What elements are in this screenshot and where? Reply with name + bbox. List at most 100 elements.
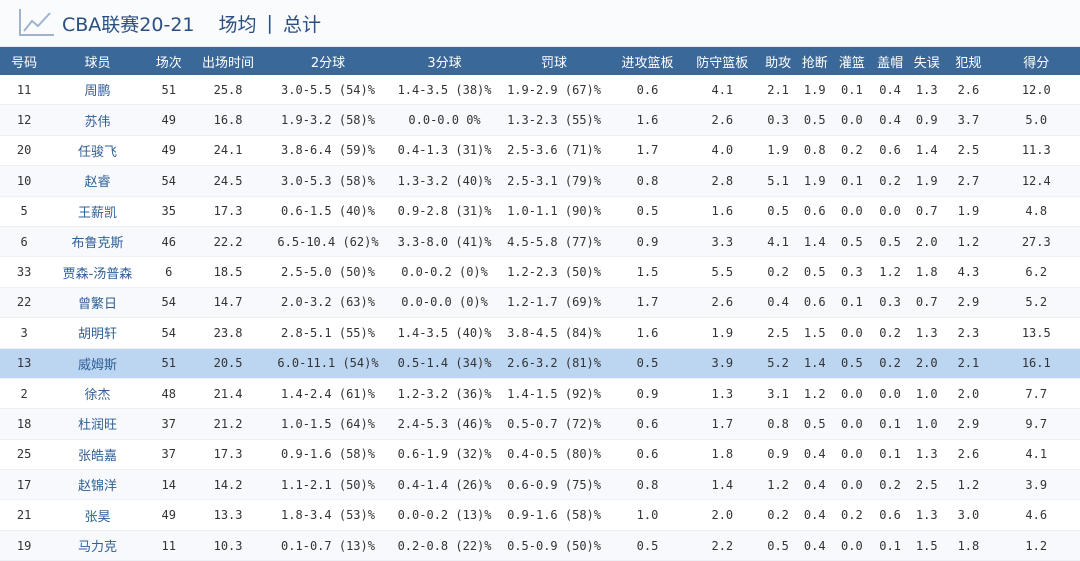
- col-points-cell: 4.8: [992, 196, 1080, 227]
- player-name-link[interactable]: 王薪凯: [48, 196, 147, 227]
- table-row[interactable]: 5 王薪凯 35 17.3 0.6-1.5 (40)% 0.9-2.8 (31)% 1.0-…: [0, 196, 1080, 227]
- col-dunks-cell: 0.5: [832, 226, 871, 258]
- col-3pt-cell: 2.4-5.3 (46)%: [390, 408, 499, 440]
- player-name-link[interactable]: 赵睿: [48, 165, 147, 197]
- player-name-link[interactable]: 任骏飞: [48, 135, 147, 167]
- table-row[interactable]: 25 张皓嘉 37 17.3 0.9-1.6 (58)% 0.6-1.9 (32)% 0.4…: [0, 439, 1080, 471]
- table-row[interactable]: 17 赵锦洋 14 14.2 1.1-2.1 (50)% 0.4-1.4 (26)% 0.6…: [0, 469, 1080, 501]
- col-3pt-cell: 3.3-8.0 (41)%: [390, 226, 499, 258]
- col-steals-cell: 0.8: [796, 135, 833, 167]
- col-points-cell: 9.7: [992, 408, 1080, 440]
- col-dunks-cell: 0.0: [832, 317, 871, 349]
- player-name-link[interactable]: 徐杰: [48, 378, 147, 410]
- col-2pt-header[interactable]: 2分球: [265, 47, 391, 75]
- col-blocks-cell: 0.5: [870, 226, 910, 258]
- col-dunks-header[interactable]: 灌篮: [832, 47, 871, 75]
- player-name-link[interactable]: 贾森-汤普森: [48, 256, 147, 288]
- col-dreb-cell: 2.2: [685, 530, 760, 561]
- col-games-cell: 54: [146, 165, 191, 197]
- col-turnovers-cell: 0.7: [909, 196, 945, 227]
- col-games-cell: 35: [146, 196, 191, 227]
- col-fouls-cell: 1.9: [944, 196, 993, 227]
- table-row[interactable]: 11 周鹏 51 25.8 3.0-5.5 (54)% 1.4-3.5 (38)% 1.9-…: [0, 75, 1080, 106]
- col-steals-cell: 1.9: [796, 165, 833, 197]
- col-steals-header[interactable]: 抢断: [796, 47, 833, 75]
- col-assists-cell: 0.2: [759, 256, 797, 288]
- col-points-cell: 6.2: [992, 256, 1080, 288]
- col-dunks-cell: 0.0: [832, 378, 871, 410]
- table-row[interactable]: 18 杜润旺 37 21.2 1.0-1.5 (64)% 2.4-5.3 (46)% 0.5…: [0, 408, 1080, 440]
- player-name-link[interactable]: 周鹏: [48, 75, 147, 106]
- player-name-link[interactable]: 胡明轩: [48, 317, 147, 349]
- col-games-header[interactable]: 场次: [146, 47, 191, 75]
- col-blocks-cell: 0.0: [870, 196, 910, 227]
- col-minutes-cell: 10.3: [190, 530, 266, 561]
- col-2pt-cell: 1.4-2.4 (61)%: [265, 378, 391, 410]
- table-row[interactable]: 10 赵睿 54 24.5 3.0-5.3 (58)% 1.3-3.2 (40)% 2.5-…: [0, 165, 1080, 197]
- player-name-link[interactable]: 赵锦洋: [48, 469, 147, 501]
- col-games-cell: 14: [146, 469, 191, 501]
- col-dreb-cell: 1.7: [685, 408, 760, 440]
- col-fouls-cell: 2.7: [944, 165, 993, 197]
- col-ft-cell: 0.6-0.9 (75)%: [498, 469, 610, 501]
- table-row[interactable]: 19 马力克 11 10.3 0.1-0.7 (13)% 0.2-0.8 (22)% 0.5…: [0, 530, 1080, 561]
- col-minutes-cell: 24.1: [190, 135, 266, 167]
- col-minutes-header[interactable]: 出场时间: [190, 47, 266, 75]
- col-assists-cell: 1.9: [759, 135, 797, 167]
- col-2pt-cell: 1.8-3.4 (53)%: [265, 499, 391, 531]
- table-row[interactable]: 21 张昊 49 13.3 1.8-3.4 (53)% 0.0-0.2 (13)% 0.9-…: [0, 499, 1080, 531]
- col-3pt-cell: 0.0-0.2 (13)%: [390, 499, 499, 531]
- player-name-link[interactable]: 杜润旺: [48, 408, 147, 440]
- col-games-cell: 37: [146, 439, 191, 471]
- col-fouls-cell: 1.2: [944, 226, 993, 258]
- tab-totals[interactable]: 总计: [283, 10, 321, 37]
- col-blocks-header[interactable]: 盖帽: [870, 47, 910, 75]
- table-row[interactable]: 2 徐杰 48 21.4 1.4-2.4 (61)% 1.2-3.2 (36)% 1.4-1…: [0, 378, 1080, 410]
- table-row[interactable]: 22 曾繁日 54 14.7 2.0-3.2 (63)% 0.0-0.0 (0)% 1.2-…: [0, 287, 1080, 319]
- table-row[interactable]: 33 贾森-汤普森 6 18.5 2.5-5.0 (50)% 0.0-0.2 (0)% 1.…: [0, 256, 1080, 288]
- col-3pt-header[interactable]: 3分球: [390, 47, 499, 75]
- col-points-header[interactable]: 得分: [992, 47, 1080, 75]
- table-row[interactable]: 12 苏伟 49 16.8 1.9-3.2 (58)% 0.0-0.0 0% 1.3-2.3…: [0, 104, 1080, 136]
- col-assists-cell: 5.1: [759, 165, 797, 197]
- col-dunks-cell: 0.1: [832, 287, 871, 319]
- tab-per-game[interactable]: 场均: [219, 10, 257, 37]
- col-number-cell: 20: [0, 135, 49, 167]
- col-assists-cell: 0.5: [759, 530, 797, 561]
- col-dreb-header[interactable]: 防守篮板: [685, 47, 760, 75]
- table-row[interactable]: 20 任骏飞 49 24.1 3.8-6.4 (59)% 0.4-1.3 (31)% 2.5…: [0, 135, 1080, 167]
- col-assists-cell: 2.5: [759, 317, 797, 349]
- col-dreb-cell: 3.9: [685, 348, 760, 379]
- col-fouls-header[interactable]: 犯规: [944, 47, 993, 75]
- player-name-link[interactable]: 张皓嘉: [48, 439, 147, 471]
- col-dreb-cell: 4.1: [685, 75, 760, 106]
- col-oreb-cell: 1.5: [609, 256, 686, 288]
- col-dreb-cell: 2.0: [685, 499, 760, 531]
- col-fouls-cell: 3.0: [944, 499, 993, 531]
- table-row[interactable]: 6 布鲁克斯 46 22.2 6.5-10.4 (62)% 3.3-8.0 (41)% 4.…: [0, 226, 1080, 258]
- col-assists-header[interactable]: 助攻: [759, 47, 797, 75]
- col-player-header[interactable]: 球员: [48, 47, 147, 75]
- col-turnovers-cell: 0.9: [909, 104, 945, 136]
- player-name-link[interactable]: 曾繁日: [48, 287, 147, 319]
- col-3pt-cell: 1.4-3.5 (38)%: [390, 75, 499, 106]
- col-minutes-cell: 23.8: [190, 317, 266, 349]
- player-name-link[interactable]: 布鲁克斯: [48, 226, 147, 258]
- col-oreb-header[interactable]: 进攻篮板: [609, 47, 686, 75]
- col-turnovers-header[interactable]: 失误: [909, 47, 945, 75]
- tab-separator: |: [266, 12, 273, 34]
- col-number-header[interactable]: 号码: [0, 47, 49, 75]
- col-dreb-cell: 2.6: [685, 104, 760, 136]
- table-row[interactable]: 13 威姆斯 51 20.5 6.0-11.1 (54)% 0.5-1.4 (34)% 2.…: [0, 348, 1080, 379]
- col-3pt-cell: 0.0-0.0 0%: [390, 104, 499, 136]
- table-row[interactable]: 3 胡明轩 54 23.8 2.8-5.1 (55)% 1.4-3.5 (40)% 3.8-…: [0, 317, 1080, 349]
- col-2pt-cell: 6.0-11.1 (54)%: [265, 348, 391, 379]
- col-dunks-cell: 0.0: [832, 469, 871, 501]
- player-name-link[interactable]: 马力克: [48, 530, 147, 561]
- player-name-link[interactable]: 张昊: [48, 499, 147, 531]
- player-name-link[interactable]: 威姆斯: [48, 348, 147, 379]
- player-name-link[interactable]: 苏伟: [48, 104, 147, 136]
- col-ft-header[interactable]: 罚球: [498, 47, 610, 75]
- col-steals-cell: 1.2: [796, 378, 833, 410]
- col-dunks-cell: 0.0: [832, 104, 871, 136]
